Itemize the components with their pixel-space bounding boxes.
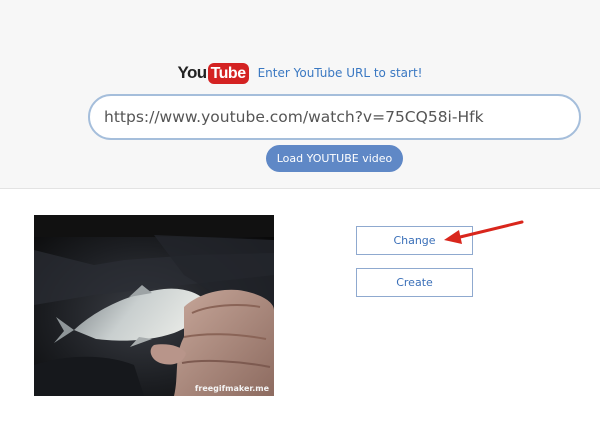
load-youtube-video-button[interactable]: Load YOUTUBE video bbox=[266, 145, 403, 172]
video-preview: freegifmaker.me bbox=[34, 215, 274, 396]
youtube-header: You Tube Enter YouTube URL to start! bbox=[0, 60, 600, 86]
youtube-logo-tube: Tube bbox=[207, 62, 249, 84]
url-hint-text: Enter YouTube URL to start! bbox=[257, 66, 423, 80]
youtube-logo-you: You bbox=[177, 63, 208, 82]
top-panel: You Tube Enter YouTube URL to start! Loa… bbox=[0, 0, 600, 189]
red-arrow-annotation bbox=[444, 220, 524, 244]
video-frame-image bbox=[34, 215, 274, 396]
watermark-text: freegifmaker.me bbox=[194, 384, 269, 393]
youtube-logo: You Tube bbox=[178, 61, 249, 85]
youtube-url-input[interactable] bbox=[88, 94, 581, 140]
create-button[interactable]: Create bbox=[356, 268, 473, 297]
